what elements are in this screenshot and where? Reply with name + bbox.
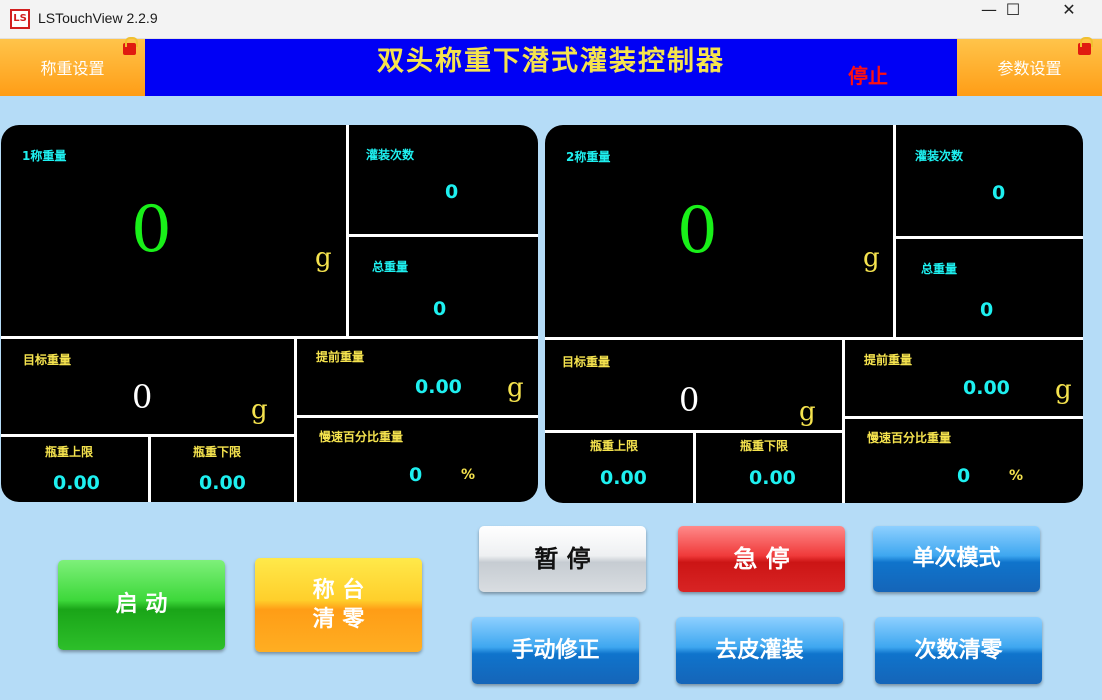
slow-percent-weight-label: 慢速百分比重量 xyxy=(319,430,404,444)
scale-weight-label: 2称重量 xyxy=(566,150,611,164)
bottle-upper-limit-value[interactable]: 0.00 xyxy=(53,472,100,494)
total-weight-value: 0 xyxy=(433,298,447,320)
fill-count-value[interactable]: 0 xyxy=(445,181,458,203)
tare-zero-label-line1: 称 台 xyxy=(312,578,365,603)
divider xyxy=(294,338,297,502)
total-weight-value: 0 xyxy=(980,299,994,321)
scale-weight-unit: g xyxy=(315,243,332,273)
total-weight-label: 总重量 xyxy=(372,260,409,274)
start-button[interactable]: 启 动 xyxy=(58,560,225,650)
lock-icon xyxy=(123,37,138,55)
single-mode-button[interactable]: 单次模式 xyxy=(873,526,1040,592)
scale-weight-value: 0 xyxy=(677,194,718,268)
scale-weight-label: 1称重量 xyxy=(22,149,67,163)
fill-count-label: 灌装次数 xyxy=(915,149,964,163)
divider xyxy=(346,125,349,338)
divider xyxy=(148,436,151,502)
advance-weight-label: 提前重量 xyxy=(316,350,365,364)
target-weight-label: 目标重量 xyxy=(23,353,72,367)
bottle-upper-limit-value[interactable]: 0.00 xyxy=(600,467,647,489)
tare-zero-label-line2: 清 零 xyxy=(312,607,365,632)
slow-percent-unit: % xyxy=(1009,468,1024,484)
window-title: LSTouchView 2.2.9 xyxy=(38,10,158,26)
slow-percent-weight-label: 慢速百分比重量 xyxy=(867,431,952,445)
status-text: 停止 xyxy=(848,64,888,88)
close-button[interactable]: ✕ xyxy=(1046,0,1092,39)
weighing-settings-label: 称重设置 xyxy=(40,59,105,78)
scale-weight-unit: g xyxy=(863,243,880,273)
target-weight-value[interactable]: 0 xyxy=(679,381,699,419)
emergency-stop-button[interactable]: 急 停 xyxy=(678,526,845,592)
bottle-upper-limit-label: 瓶重上限 xyxy=(590,439,639,453)
window-titlebar: LS LSTouchView 2.2.9 — ☐ ✕ xyxy=(0,0,1102,39)
slow-percent-weight-value[interactable]: 0 xyxy=(957,465,970,487)
manual-correction-button[interactable]: 手动修正 xyxy=(472,617,639,684)
slow-percent-unit: % xyxy=(461,467,476,483)
divider xyxy=(545,337,1083,340)
divider xyxy=(895,236,1083,239)
advance-weight-unit: g xyxy=(1055,375,1072,405)
target-weight-unit: g xyxy=(799,397,816,427)
divider xyxy=(693,432,696,503)
scale-1-panel: 1称重量 0 g 灌装次数 0 总重量 0 目标重量 0 g 提前重量 0.00… xyxy=(1,125,538,502)
advance-weight-unit: g xyxy=(507,373,524,403)
divider xyxy=(842,339,845,503)
count-clear-button[interactable]: 次数清零 xyxy=(875,617,1042,684)
bottle-lower-limit-label: 瓶重下限 xyxy=(193,445,242,459)
lock-icon xyxy=(1078,37,1093,55)
bottle-lower-limit-label: 瓶重下限 xyxy=(740,439,789,453)
maximize-button[interactable]: ☐ xyxy=(990,0,1036,39)
divider xyxy=(844,416,1083,419)
total-weight-label: 总重量 xyxy=(921,262,958,276)
bottle-lower-limit-value[interactable]: 0.00 xyxy=(749,467,796,489)
parameter-settings-button[interactable]: 参数设置 xyxy=(957,37,1102,96)
bottle-lower-limit-value[interactable]: 0.00 xyxy=(199,472,246,494)
divider xyxy=(1,336,538,339)
advance-weight-value[interactable]: 0.00 xyxy=(415,376,462,398)
scale-2-panel: 2称重量 0 g 灌装次数 0 总重量 0 目标重量 0 g 提前重量 0.00… xyxy=(545,125,1083,503)
divider xyxy=(296,415,538,418)
slow-percent-weight-value[interactable]: 0 xyxy=(409,464,422,486)
scale-weight-value: 0 xyxy=(131,193,172,267)
fill-count-value[interactable]: 0 xyxy=(992,182,1005,204)
bottle-upper-limit-label: 瓶重上限 xyxy=(45,445,94,459)
target-weight-label: 目标重量 xyxy=(562,355,611,369)
tare-fill-button[interactable]: 去皮灌装 xyxy=(676,617,843,684)
weighing-settings-button[interactable]: 称重设置 xyxy=(0,37,145,96)
tare-zero-button[interactable]: 称 台 清 零 xyxy=(255,558,422,652)
parameter-settings-label: 参数设置 xyxy=(997,59,1062,78)
divider xyxy=(893,125,896,339)
target-weight-unit: g xyxy=(251,395,268,425)
advance-weight-label: 提前重量 xyxy=(864,353,913,367)
app-logo-icon: LS xyxy=(10,9,30,29)
pause-button[interactable]: 暂 停 xyxy=(479,526,646,592)
page-title: 双头称重下潜式灌装控制器 xyxy=(377,46,725,77)
divider xyxy=(348,234,538,237)
fill-count-label: 灌装次数 xyxy=(366,148,415,162)
advance-weight-value[interactable]: 0.00 xyxy=(963,377,1010,399)
target-weight-value[interactable]: 0 xyxy=(132,378,152,416)
